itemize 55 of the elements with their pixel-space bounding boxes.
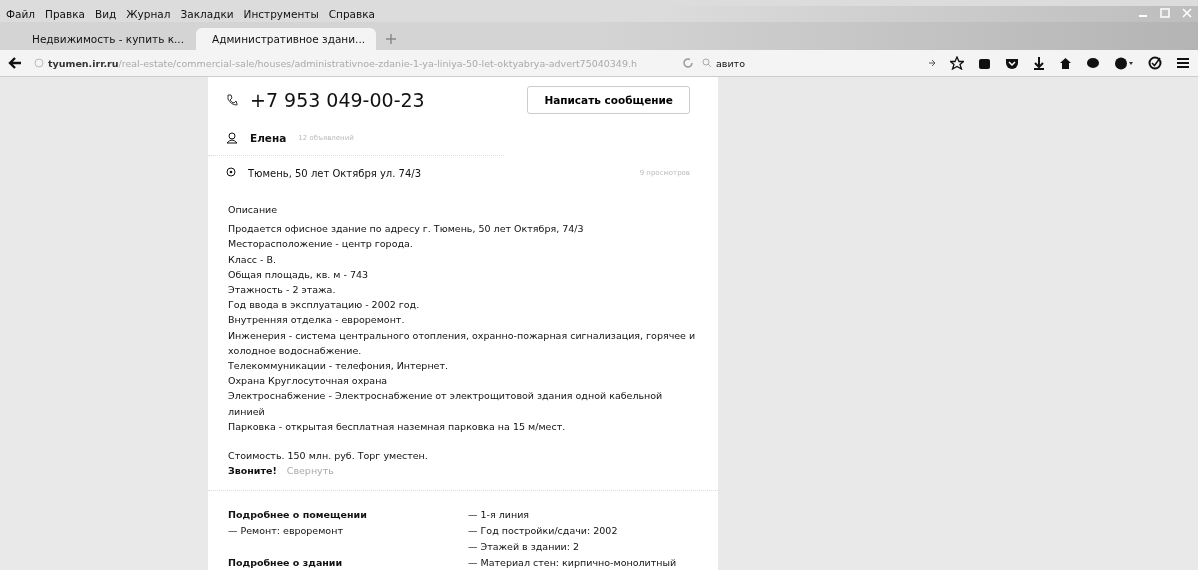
back-arrow-icon[interactable] — [8, 57, 22, 69]
message-button[interactable]: Написать сообщение — [527, 86, 690, 114]
detail-item: — Ремонт: евроремонт — [228, 524, 344, 539]
description-title: Описание — [228, 203, 279, 217]
detail-item: — Материал стен: кирпично-монолитный — [468, 556, 678, 570]
menu-item[interactable]: Правка — [45, 8, 85, 20]
reload-icon[interactable] — [682, 57, 694, 69]
description-line: Класс - В. — [228, 252, 278, 267]
arrow-icon[interactable] — [928, 59, 936, 67]
section-heading: Подробнее о помещении — [228, 508, 368, 523]
phone-number: +7 953 049-00-23 — [250, 89, 426, 111]
detail-item: — Год постройки/сдачи: 2002 — [468, 524, 619, 539]
description-line: Год ввода в эксплуатацию - 2002 год. — [228, 298, 421, 313]
search-value: авито — [716, 57, 745, 69]
detail-item: — 1-я линия — [468, 508, 531, 523]
phone-icon — [226, 94, 238, 106]
browser-tab[interactable]: Административное здани... — [196, 28, 376, 50]
menu-item[interactable]: Файл — [6, 8, 35, 20]
user-icon — [226, 132, 238, 144]
menu-item[interactable]: Инструменты — [243, 8, 319, 20]
description-line: Электроснабжение - Электроснабжение от электрощитовой здания одной кабельной линией — [228, 389, 664, 419]
address-field[interactable]: tyumen.irr.ru/real-estate/commercial-sale/houses/administrativnoe-zdanie-1-ya-liniya-50-let-oktyabrya-advert75040349.h — [30, 54, 674, 72]
description-line: Этажность - 2 этажа. — [228, 283, 337, 297]
menu-item[interactable]: Закладки — [180, 8, 234, 20]
tab-title: Административное здани... — [212, 33, 366, 45]
star-icon[interactable] — [950, 56, 964, 70]
pin-icon — [226, 167, 236, 179]
menu-item[interactable]: Журнал — [126, 8, 171, 20]
description-line: Месторасположение - центр города. — [228, 237, 414, 252]
call-text: Звоните! — [228, 465, 277, 477]
description-line: Инженерия - система центрального отопления, охранно-пожарная сигнализация, горячее и холодное водоснабжение. — [228, 328, 697, 358]
menu-item[interactable]: Справка — [328, 8, 375, 20]
price-note: Стоимость. 150 млн. руб. Торг уместен. — [228, 449, 429, 464]
search-field[interactable]: авито — [702, 54, 902, 72]
description-line: Внутренняя отделка - евроремонт. — [228, 313, 406, 328]
description-line: Общая площадь, кв. м - 743 — [228, 267, 370, 282]
pocket-icon[interactable] — [1005, 56, 1019, 70]
description-line: Охрана Круглосуточная охрана — [228, 374, 389, 389]
menu-icon[interactable] — [1176, 57, 1190, 69]
description-line: Продается офисное здание по адресу г. Тюмень, 50 лет Октября, 74/3 — [228, 222, 585, 237]
detail-item: — Этажей в здании: 2 — [468, 540, 580, 555]
url-text: tyumen.irr.ru/real-estate/commercial-sale/houses/administrativnoe-zdanie-1-ya-liniya-50-let-oktyabrya-advert75040349.h — [48, 57, 637, 69]
search-icon — [702, 58, 712, 68]
address-text: Тюмень, 50 лет Октября ул. 74/3 — [248, 167, 422, 179]
browser-tab[interactable]: Недвижимость - купить к... — [16, 28, 196, 50]
tab-title: Недвижимость - купить к... — [32, 33, 185, 45]
section-heading: Подробнее о здании — [228, 556, 344, 570]
description-line: Телекоммуникации - телефония, Интернет. — [228, 359, 449, 374]
home-icon[interactable] — [1059, 56, 1072, 70]
description-line: Парковка - открытая бесплатная наземная парковка на 15 м/мест. — [228, 419, 567, 434]
check-circle-icon[interactable] — [1148, 56, 1162, 70]
download-icon[interactable] — [1033, 56, 1045, 70]
info-icon — [34, 58, 44, 68]
seller-name[interactable]: Елена — [250, 132, 287, 144]
menu-item[interactable]: Вид — [95, 8, 117, 20]
